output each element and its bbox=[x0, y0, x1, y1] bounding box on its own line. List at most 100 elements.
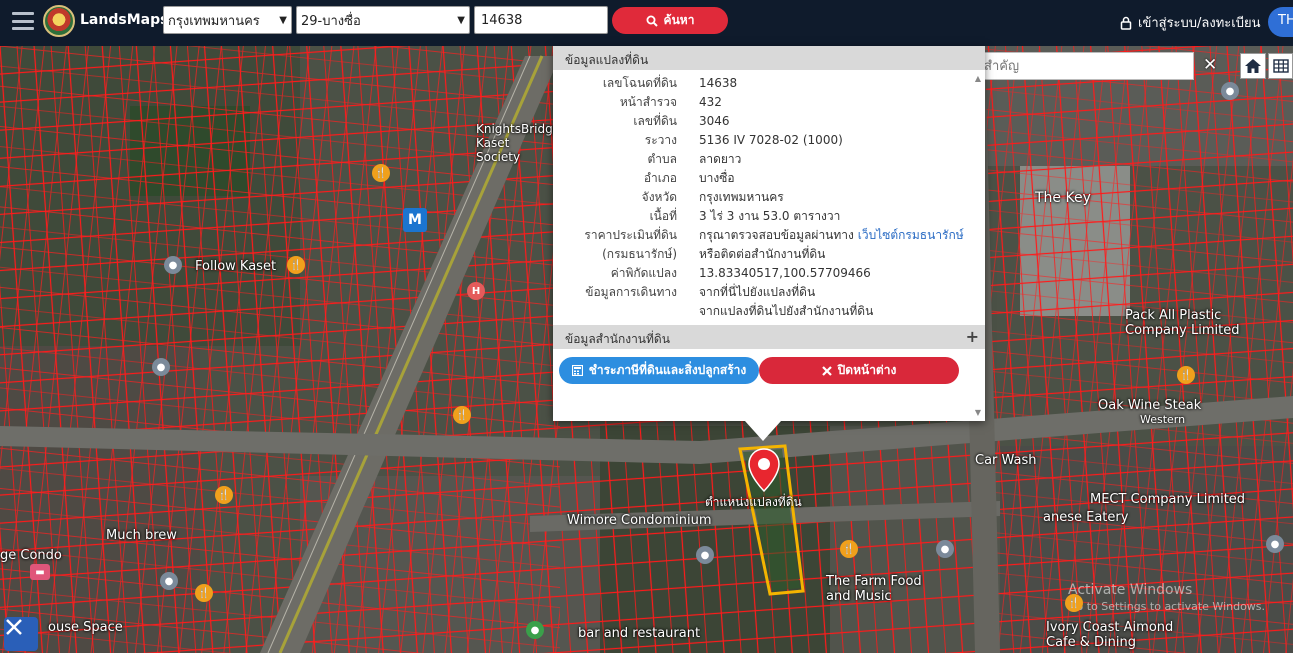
info-row: หน้าสำรวจ 432 bbox=[553, 93, 985, 112]
row-value: 5136 IV 7028-02 (1000) bbox=[699, 133, 843, 147]
restaurant-icon[interactable]: 🍴 bbox=[453, 406, 471, 424]
poi-label: bar and restaurant bbox=[578, 626, 701, 641]
poi-label: The Key bbox=[1035, 190, 1091, 206]
poi-label: Western bbox=[1140, 413, 1186, 426]
lock-icon bbox=[1120, 16, 1132, 30]
menu-icon[interactable] bbox=[12, 12, 34, 30]
parcel-marker-icon[interactable] bbox=[748, 448, 780, 492]
row-value: 3 ไร่ 3 งาน 53.0 ตารางวา bbox=[699, 209, 841, 223]
info-row: ตำบล ลาดยาว bbox=[553, 150, 985, 169]
layers-button[interactable] bbox=[1268, 53, 1293, 79]
language-button[interactable]: TH bbox=[1268, 7, 1293, 37]
place-pin-icon[interactable]: ● bbox=[936, 540, 954, 558]
place-pin-icon[interactable]: ● bbox=[160, 572, 178, 590]
activation-note: Go to Settings to activate Windows. bbox=[1068, 600, 1266, 613]
place-pin-icon[interactable]: ● bbox=[1221, 82, 1239, 100]
mrt-station-icon[interactable]: M bbox=[403, 208, 427, 232]
row-value: 14638 bbox=[699, 76, 738, 90]
info-row: เลขที่ดิน 3046 bbox=[553, 112, 985, 131]
route-to-parcel-link[interactable]: จากที่นี่ไปยังแปลงที่ดิน bbox=[699, 283, 815, 302]
place-pin-icon[interactable]: ● bbox=[152, 358, 170, 376]
measure-tool-button[interactable] bbox=[4, 617, 38, 651]
row-value: กรุณาตรวจสอบข้อมูลผ่านทาง เว็บไซต์กรมธนา… bbox=[699, 228, 964, 242]
brand-name: LandsMaps bbox=[80, 12, 169, 28]
row-label: (กรมธนารักษ์) bbox=[602, 247, 677, 261]
row-label: เลขที่ดิน bbox=[633, 114, 677, 128]
row-label: ราคาประเมินที่ดิน bbox=[584, 228, 677, 242]
expand-icon[interactable]: + bbox=[966, 327, 979, 346]
hotel-icon[interactable]: ▬ bbox=[30, 564, 50, 580]
row-label: ระวาง bbox=[644, 133, 677, 147]
poi-label: Ivory Coast Aimond Cafe & Dining bbox=[1046, 620, 1174, 650]
info-row: ค่าพิกัดแปลง 13.83340517,100.57709466 bbox=[553, 264, 985, 283]
info-row: ระวาง 5136 IV 7028-02 (1000) bbox=[553, 131, 985, 150]
restaurant-icon[interactable]: 🍴 bbox=[1065, 594, 1083, 612]
search-icon bbox=[646, 15, 658, 27]
home-icon bbox=[1245, 59, 1261, 73]
parcel-position-label: ตำแหน่งแปลงที่ดิน bbox=[705, 495, 802, 509]
poi-label: anese Eatery bbox=[1043, 510, 1129, 525]
chevron-down-icon: ▼ bbox=[279, 14, 287, 26]
row-label: หน้าสำรวจ bbox=[619, 95, 677, 109]
office-info-header[interactable]: ข้อมูลสำนักงานที่ดิน + bbox=[553, 325, 985, 349]
place-pin-icon[interactable]: ● bbox=[696, 546, 714, 564]
activation-title: Activate Windows bbox=[1068, 582, 1193, 598]
close-window-button[interactable]: ปิดหน้าต่าง bbox=[759, 357, 959, 384]
place-pin-icon[interactable]: ● bbox=[1266, 535, 1284, 553]
row-label: ตำบล bbox=[647, 152, 677, 166]
chevron-down-icon: ▼ bbox=[457, 14, 465, 26]
calculator-icon bbox=[571, 365, 583, 376]
row-label: เนื้อที่ bbox=[649, 209, 677, 223]
row-value: กรุงเทพมหานคร bbox=[699, 190, 784, 204]
row-label: ข้อมูลการเดินทาง bbox=[585, 285, 677, 299]
land-info-table: เลขโฉนดที่ดิน 14638 หน้าสำรวจ 432 เลขที่ดิ… bbox=[553, 70, 985, 321]
restaurant-icon[interactable]: 🍴 bbox=[840, 540, 858, 558]
row-label: อำเภอ bbox=[643, 171, 677, 185]
scroll-down-icon[interactable]: ▼ bbox=[975, 408, 981, 417]
treasury-website-link[interactable]: เว็บไซต์กรมธนารักษ์ bbox=[858, 228, 964, 242]
poi-label: ge Condo bbox=[0, 548, 62, 563]
restaurant-icon[interactable]: 🍴 bbox=[1177, 366, 1195, 384]
province-select[interactable]: กรุงเทพมหานคร ▼ bbox=[163, 6, 292, 34]
poi-label: Much brew bbox=[106, 528, 177, 543]
grid-icon bbox=[1272, 59, 1289, 73]
restaurant-icon[interactable]: 🍴 bbox=[287, 256, 305, 274]
coordinates-link[interactable]: 13.83340517,100.57709466 bbox=[699, 264, 871, 283]
poi-label: Oak Wine Steak bbox=[1098, 398, 1202, 413]
restaurant-icon[interactable]: 🍴 bbox=[372, 164, 390, 182]
info-row: ราคาประเมินที่ดิน กรุณาตรวจสอบข้อมูลผ่านท… bbox=[553, 226, 985, 245]
row-value: 432 bbox=[699, 95, 722, 109]
search-button[interactable]: ค้นหา bbox=[612, 7, 728, 34]
info-row: ข้อมูลการเดินทาง จากที่นี่ไปยังแปลงที่ดิน bbox=[553, 283, 985, 302]
home-button[interactable] bbox=[1240, 53, 1266, 79]
row-value: 3046 bbox=[699, 114, 730, 128]
route-to-office-link[interactable]: จากแปลงที่ดินไปยังสำนักงานที่ดิน bbox=[699, 302, 873, 321]
info-row: อำเภอ บางซื่อ bbox=[553, 169, 985, 188]
poi-label: KnightsBridge Kaset Society bbox=[476, 122, 561, 164]
row-label: จังหวัด bbox=[641, 190, 677, 204]
place-pin-icon[interactable]: ● bbox=[164, 256, 182, 274]
poi-label: The Farm Food and Music bbox=[826, 574, 922, 604]
popup-actions: ชำระภาษีที่ดินและสิ่งปลูกสร้าง ปิดหน้าต่… bbox=[553, 349, 985, 391]
info-row: (กรมธนารักษ์) หรือติดต่อสำนักงานที่ดิน bbox=[553, 245, 985, 264]
restaurant-icon[interactable]: 🍴 bbox=[215, 486, 233, 504]
poi-label: Wimore Condominium bbox=[567, 513, 712, 528]
deed-number-input[interactable] bbox=[474, 6, 608, 34]
close-icon bbox=[821, 365, 832, 376]
scroll-up-icon[interactable]: ▲ bbox=[975, 74, 981, 83]
row-value: หรือติดต่อสำนักงานที่ดิน bbox=[699, 247, 826, 261]
landsmaps-logo bbox=[43, 5, 75, 37]
poi-label: MECT Company Limited bbox=[1090, 492, 1246, 507]
login-link[interactable]: เข้าสู่ระบบ/ลงทะเบียน bbox=[1120, 12, 1260, 33]
district-select[interactable]: 29-บางซื่อ ▼ bbox=[296, 6, 470, 34]
row-value: บางซื่อ bbox=[699, 171, 735, 185]
info-row: เนื้อที่ 3 ไร่ 3 งาน 53.0 ตารางวา bbox=[553, 207, 985, 226]
row-label: ค่าพิกัดแปลง bbox=[610, 266, 677, 280]
restaurant-icon[interactable]: 🍴 bbox=[195, 584, 213, 602]
hospital-icon[interactable]: H bbox=[467, 282, 485, 300]
pay-land-tax-button[interactable]: ชำระภาษีที่ดินและสิ่งปลูกสร้าง bbox=[559, 357, 759, 384]
poi-label: Follow Kaset bbox=[195, 259, 277, 274]
row-label: เลขโฉนดที่ดิน bbox=[602, 76, 677, 90]
close-icon[interactable]: ✕ bbox=[1203, 55, 1217, 75]
park-icon[interactable]: ● bbox=[526, 621, 544, 639]
